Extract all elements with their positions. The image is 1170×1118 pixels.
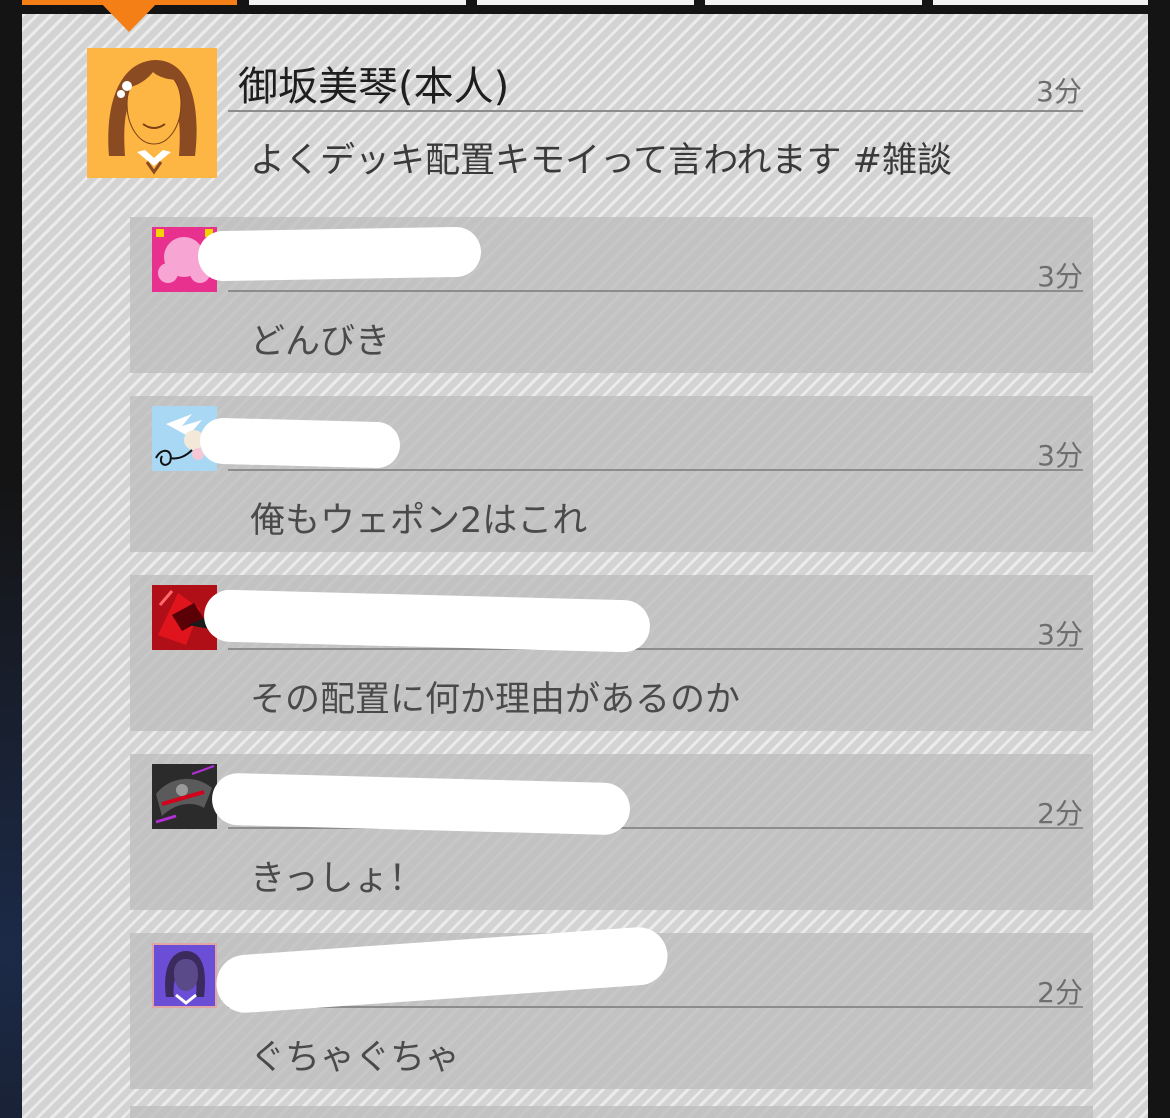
redacted-username bbox=[203, 589, 651, 653]
reply-divider bbox=[228, 469, 1083, 471]
tab-4[interactable] bbox=[705, 0, 922, 5]
reply-item[interactable]: 3分 俺もウェポン2はこれ bbox=[130, 396, 1093, 552]
redacted-username bbox=[197, 226, 482, 282]
purple-haired-character-avatar-icon bbox=[152, 943, 217, 1008]
reply-message: きっしょ！ bbox=[250, 859, 424, 899]
tab-3[interactable] bbox=[477, 0, 694, 5]
reply-avatar[interactable] bbox=[152, 764, 217, 829]
reply-avatar[interactable] bbox=[152, 943, 217, 1008]
post-time: 3分 bbox=[1036, 75, 1082, 108]
reply-item-partial bbox=[130, 1106, 1093, 1118]
reply-divider bbox=[228, 1006, 1083, 1008]
reply-time: 3分 bbox=[1037, 439, 1083, 472]
reply-time: 2分 bbox=[1037, 976, 1083, 1009]
reply-item[interactable]: 2分 ぐちゃぐちゃ bbox=[130, 925, 1093, 1089]
post-avatar[interactable] bbox=[87, 48, 217, 178]
tab-5[interactable] bbox=[933, 0, 1148, 5]
reply-time: 2分 bbox=[1037, 797, 1083, 830]
dark-mecha-avatar-icon bbox=[152, 764, 217, 829]
reply-item[interactable]: 3分 どんびき bbox=[130, 217, 1093, 373]
reply-item[interactable]: 3分 その配置に何か理由があるのか bbox=[130, 575, 1093, 731]
reply-divider bbox=[228, 290, 1083, 292]
tab-bar bbox=[22, 0, 1148, 6]
orange-haired-girl-avatar-icon bbox=[87, 48, 217, 178]
active-tab-indicator bbox=[98, 0, 160, 32]
redacted-username bbox=[214, 925, 670, 1015]
tab-2[interactable] bbox=[249, 0, 466, 5]
reply-time: 3分 bbox=[1037, 260, 1083, 293]
reply-message: 俺もウェポン2はこれ bbox=[250, 501, 588, 541]
reply-message: ぐちゃぐちゃ bbox=[250, 1038, 461, 1078]
redacted-username bbox=[199, 417, 401, 469]
post-message: よくデッキ配置キモイって言われます #雑談 bbox=[250, 141, 952, 181]
reply-message: どんびき bbox=[250, 322, 391, 362]
redacted-username bbox=[211, 772, 631, 836]
reply-message: その配置に何か理由があるのか bbox=[250, 680, 741, 720]
post-divider bbox=[228, 110, 1083, 112]
post-author-name[interactable]: 御坂美琴(本人) bbox=[238, 54, 509, 112]
reply-item[interactable]: 2分 きっしょ！ bbox=[130, 754, 1093, 910]
reply-divider bbox=[228, 648, 1083, 650]
reply-time: 3分 bbox=[1037, 618, 1083, 651]
